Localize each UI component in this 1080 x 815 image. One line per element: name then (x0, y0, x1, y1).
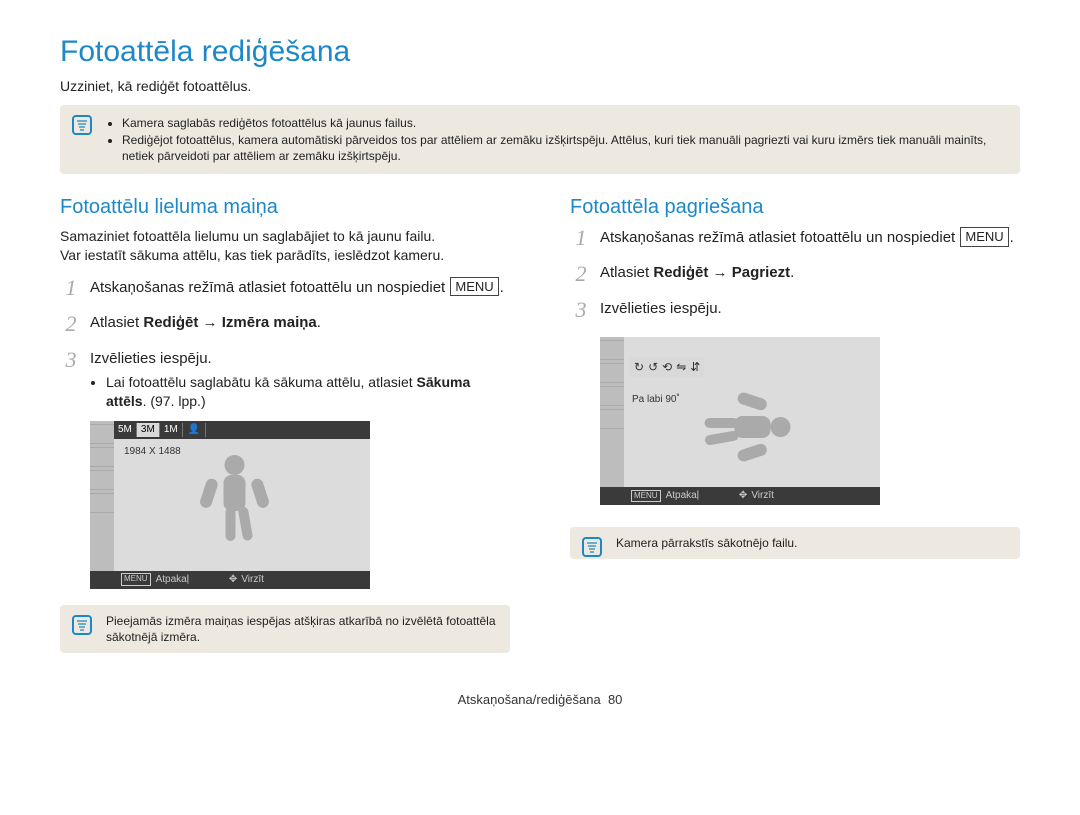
person-chip-icon: 👤 (183, 423, 206, 437)
step-text: Atskaņošanas režīmā atlasiet fotoattēlu … (90, 277, 510, 299)
flip-v-icon: ⇵ (690, 359, 700, 375)
rotate-right-icon: ↻ (634, 359, 644, 375)
person-silhouette-icon (190, 451, 280, 551)
step-text: Izvēlieties iespēju. (600, 299, 1020, 321)
rotate-screenshot: ↻ ↺ ⟲ ⇋ ⇵ Pa labi 90˚ (600, 337, 880, 505)
step-text: Atskaņošanas režīmā atlasiet fotoattēlu … (600, 227, 1020, 249)
page-title: Fotoattēla rediģēšana (60, 32, 1020, 73)
move-button: ✥ Virzīt (739, 489, 774, 503)
left-note-box: Pieejamās izmēra maiņas iespējas atšķira… (60, 605, 510, 653)
back-button: MENU Atpakaļ (630, 489, 699, 503)
note-text: Rediģējot fotoattēlus, kamera automātisk… (122, 132, 1006, 164)
rotation-label: Pa labi 90˚ (630, 393, 682, 407)
note-icon (582, 537, 602, 557)
menu-button-label: MENU (960, 227, 1008, 247)
right-note-box: Kamera pārrakstīs sākotnējo failu. (570, 527, 1020, 559)
move-button: ✥ Virzīt (229, 573, 264, 587)
note-text: Kamera saglabās rediģētos fotoattēlus kā… (122, 115, 1006, 131)
left-heading: Fotoattēlu lieluma maiņa (60, 194, 510, 221)
step-number: 3 (60, 349, 82, 411)
page-footer: Atskaņošana/rediģēšana 80 (60, 691, 1020, 709)
right-heading: Fotoattēla pagriešana (570, 194, 1020, 221)
back-button: MENU Atpakaļ (120, 573, 189, 587)
step-number: 1 (570, 227, 592, 249)
page-subtitle: Uzziniet, kā rediģēt fotoattēlus. (60, 77, 1020, 96)
step-bullet: Lai fotoattēlu saglabātu kā sākuma attēl… (106, 373, 510, 411)
step-number: 2 (60, 313, 82, 335)
dimensions-label: 1984 X 1488 (124, 445, 181, 459)
left-intro: Samaziniet fotoattēla lielumu un saglabā… (60, 227, 510, 265)
rotate-180-icon: ⟲ (662, 359, 672, 375)
rotate-left-icon: ↺ (648, 359, 658, 375)
menu-button-label: MENU (450, 277, 498, 297)
top-note-box: Kamera saglabās rediģētos fotoattēlus kā… (60, 105, 1020, 174)
note-text: Pieejamās izmēra maiņas iespējas atšķira… (106, 614, 496, 644)
step-text: Izvēlieties iespēju. Lai fotoattēlu sagl… (90, 349, 510, 411)
note-icon (72, 115, 92, 135)
flip-h-icon: ⇋ (676, 359, 686, 375)
step-number: 2 (570, 263, 592, 285)
step-number: 1 (60, 277, 82, 299)
rotation-icons: ↻ ↺ ⟲ ⇋ ⇵ (630, 357, 704, 377)
person-silhouette-icon (695, 382, 795, 472)
size-chips: 5M 3M 1M 👤 (114, 421, 370, 439)
step-text: Atlasiet Rediģēt → Pagriezt. (600, 263, 1020, 285)
resize-screenshot: 5M 3M 1M 👤 1984 X 1488 (90, 421, 370, 589)
step-number: 3 (570, 299, 592, 321)
step-text: Atlasiet Rediģēt → Izmēra maiņa. (90, 313, 510, 335)
note-icon (72, 615, 92, 635)
note-text: Kamera pārrakstīs sākotnējo failu. (616, 536, 797, 550)
